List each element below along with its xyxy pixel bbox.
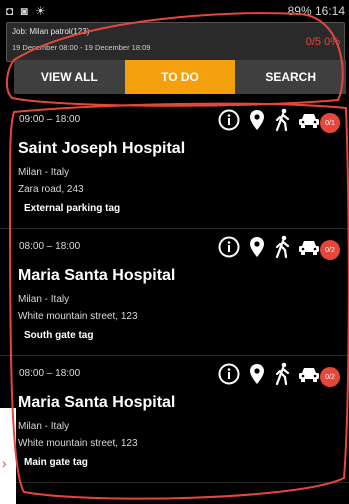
checkpoint-title: Maria Santa Hospital <box>18 394 176 411</box>
checkpoint-city: Milan - Italy <box>18 421 70 432</box>
checkpoint-city: Milan - Italy <box>18 167 70 178</box>
checkpoint-address: Zara road, 243 <box>18 184 84 195</box>
tab-search[interactable]: SEARCH <box>235 60 347 94</box>
checkpoint-count-badge: 0/1 <box>320 113 340 133</box>
info-icon[interactable] <box>214 105 244 135</box>
checkpoint-card[interactable]: 08:00 – 18:00 0/2 Maria Santa Hospital M… <box>0 229 349 356</box>
annotation-arrow-icon: › <box>2 455 7 471</box>
info-icon[interactable] <box>214 232 244 262</box>
checkpoint-time: 09:00 – 18:00 <box>19 114 81 125</box>
checkpoint-time: 08:00 – 18:00 <box>19 368 81 379</box>
checkpoint-actions: 0/2 <box>218 232 349 262</box>
job-name: Job: Milan patrol(123) <box>12 27 90 36</box>
checkpoint-city: Milan - Italy <box>18 294 70 305</box>
checkpoint-count-badge: 0/2 <box>320 367 340 387</box>
job-date-range: 19 December 08:00 - 19 December 18:09 <box>12 43 151 52</box>
checkpoint-actions: 0/2 <box>218 359 349 389</box>
checkpoint-list: 09:00 – 18:00 0/1 Saint Joseph Hospital … <box>0 102 349 483</box>
checkpoint-address: White mountain street, 123 <box>18 311 138 322</box>
checkpoint-card[interactable]: 09:00 – 18:00 0/1 Saint Joseph Hospital … <box>0 102 349 229</box>
status-icons: ◘ ◙ ☀ <box>6 4 48 18</box>
status-bar: ◘ ◙ ☀ 89% 16:14 <box>0 0 349 22</box>
checkpoint-card[interactable]: 08:00 – 18:00 0/2 Maria Santa Hospital M… <box>0 356 349 483</box>
checkpoint-address: White mountain street, 123 <box>18 438 138 449</box>
job-progress: 0/5 0% <box>305 36 340 48</box>
checkpoint-count-badge: 0/2 <box>320 240 340 260</box>
info-icon[interactable] <box>214 359 244 389</box>
tab-bar: VIEW ALL TO DO SEARCH <box>14 60 347 94</box>
checkpoint-tag: External parking tag <box>24 203 121 214</box>
tab-to-do[interactable]: TO DO <box>124 60 236 94</box>
battery-clock: 89% 16:14 <box>287 4 345 18</box>
checkpoint-tag: Main gate tag <box>24 457 88 468</box>
tab-view-all[interactable]: VIEW ALL <box>14 60 125 94</box>
checkpoint-title: Saint Joseph Hospital <box>18 140 186 157</box>
job-header[interactable]: Job: Milan patrol(123) 19 December 08:00… <box>6 22 345 62</box>
checkpoint-title: Maria Santa Hospital <box>18 267 176 284</box>
checkpoint-tag: South gate tag <box>24 330 94 341</box>
checkpoint-actions: 0/1 <box>218 105 349 135</box>
checkpoint-time: 08:00 – 18:00 <box>19 241 81 252</box>
